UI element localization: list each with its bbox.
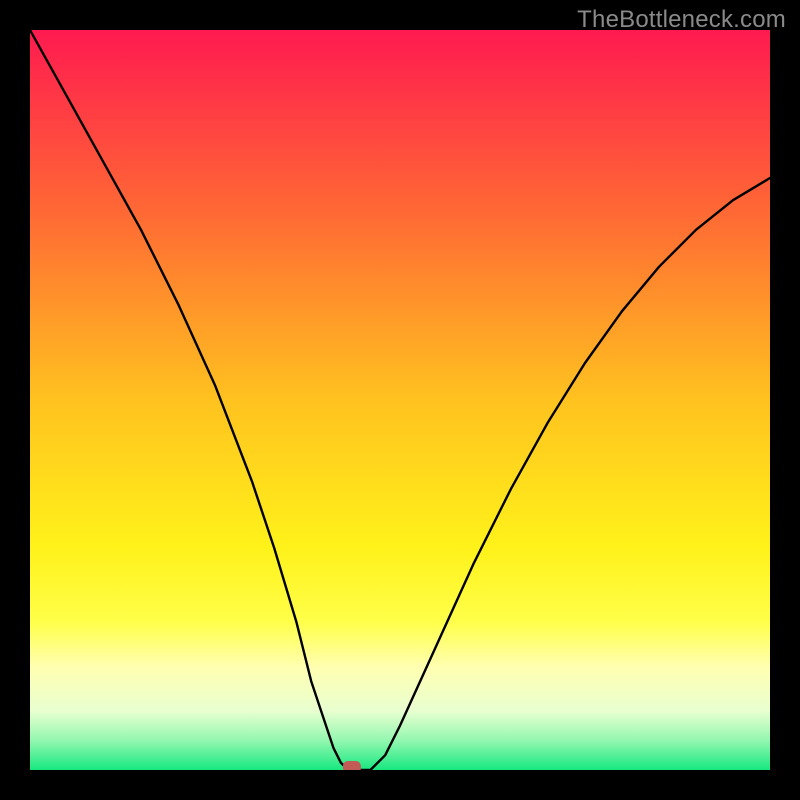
min-marker: [343, 761, 361, 770]
plot-area: [30, 30, 770, 770]
chart-frame: TheBottleneck.com: [0, 0, 800, 800]
gradient-background: [30, 30, 770, 770]
chart-svg: [30, 30, 770, 770]
